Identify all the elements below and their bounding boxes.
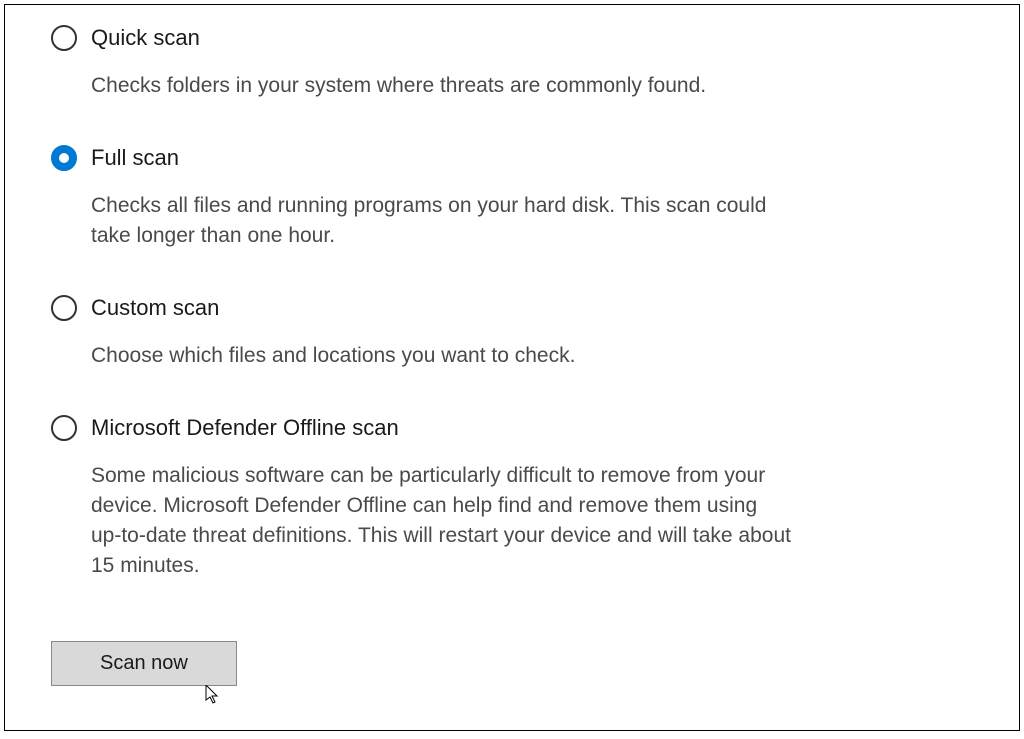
custom-scan-option: Custom scan Choose which files and locat…	[51, 293, 973, 371]
offline-scan-option: Microsoft Defender Offline scan Some mal…	[51, 413, 973, 581]
scan-now-button[interactable]: Scan now	[51, 641, 237, 686]
full-scan-description: Checks all files and running programs on…	[91, 191, 791, 251]
scan-options-panel: Quick scan Checks folders in your system…	[4, 4, 1020, 731]
offline-scan-radio[interactable]	[51, 415, 77, 441]
full-scan-label[interactable]: Full scan	[91, 143, 179, 173]
custom-scan-description: Choose which files and locations you wan…	[91, 341, 791, 371]
quick-scan-description: Checks folders in your system where thre…	[91, 71, 791, 101]
full-scan-radio[interactable]	[51, 145, 77, 171]
full-scan-option: Full scan Checks all files and running p…	[51, 143, 973, 251]
quick-scan-radio[interactable]	[51, 25, 77, 51]
quick-scan-option: Quick scan Checks folders in your system…	[51, 23, 973, 101]
quick-scan-label[interactable]: Quick scan	[91, 23, 200, 53]
custom-scan-radio[interactable]	[51, 295, 77, 321]
offline-scan-label[interactable]: Microsoft Defender Offline scan	[91, 413, 399, 443]
offline-scan-description: Some malicious software can be particula…	[91, 461, 791, 581]
cursor-icon	[205, 685, 223, 705]
custom-scan-label[interactable]: Custom scan	[91, 293, 219, 323]
